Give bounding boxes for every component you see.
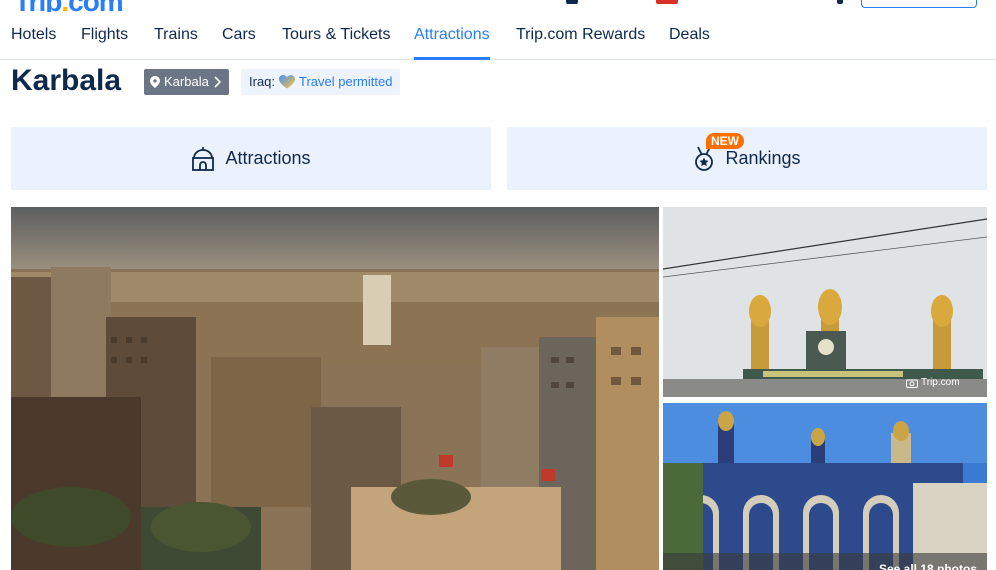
page-title: Karbala	[11, 64, 122, 97]
app-icon[interactable]	[566, 0, 578, 4]
heart-icon	[279, 75, 296, 89]
flag-icon[interactable]	[656, 0, 678, 4]
nav-item-attractions[interactable]: Attractions	[414, 26, 490, 44]
travel-status-text: Travel permitted	[299, 74, 393, 89]
photo-mosque-facade[interactable]: See all 18 photos	[663, 403, 987, 570]
nav-item-deals[interactable]: Deals	[669, 26, 710, 44]
nav-item-rewards[interactable]: Trip.com Rewards	[516, 26, 645, 44]
nav-item-trains[interactable]: Trains	[154, 26, 198, 44]
travel-status-tag[interactable]: Iraq: Travel permitted	[241, 69, 401, 95]
nav-item-cars[interactable]: Cars	[222, 26, 256, 44]
attractions-card[interactable]: Attractions	[11, 127, 491, 190]
location-pin-icon	[150, 76, 160, 88]
photo-credit-text: Trip.com	[921, 377, 960, 388]
new-badge: NEW	[706, 133, 744, 149]
active-tab-indicator	[414, 57, 490, 60]
top-bar: Trip.com	[0, 0, 996, 12]
see-all-photos-link[interactable]: See all 18 photos	[879, 562, 977, 570]
location-tag-label: Karbala	[164, 74, 209, 89]
location-tag[interactable]: Karbala	[144, 69, 229, 95]
photo-credit: Trip.com	[906, 377, 960, 388]
photo-shrine-domes[interactable]: Trip.com	[663, 207, 987, 397]
rankings-card[interactable]: NEW Rankings	[507, 127, 987, 190]
camera-icon	[906, 379, 918, 388]
chevron-down-icon[interactable]	[837, 0, 843, 4]
main-nav: Hotels Flights Trains Cars Tours & Ticke…	[0, 12, 996, 60]
main-photo-cityscape[interactable]	[11, 207, 659, 570]
sign-in-button[interactable]	[861, 0, 977, 8]
country-label: Iraq:	[249, 74, 276, 89]
medal-icon	[695, 146, 714, 171]
nav-item-tours-tickets[interactable]: Tours & Tickets	[282, 26, 390, 44]
nav-item-flights[interactable]: Flights	[81, 26, 128, 44]
destination-header: Karbala Karbala Iraq: Travel permitted	[11, 62, 991, 102]
attractions-card-label: Attractions	[225, 148, 311, 168]
mosque-icon	[192, 146, 215, 171]
nav-item-hotels[interactable]: Hotels	[11, 26, 56, 44]
see-all-photos-label: See all 18 photos	[878, 562, 977, 570]
trip-logo[interactable]: Trip.com	[14, 0, 124, 12]
rankings-card-label: Rankings	[725, 148, 801, 168]
chevron-right-icon	[214, 76, 221, 88]
